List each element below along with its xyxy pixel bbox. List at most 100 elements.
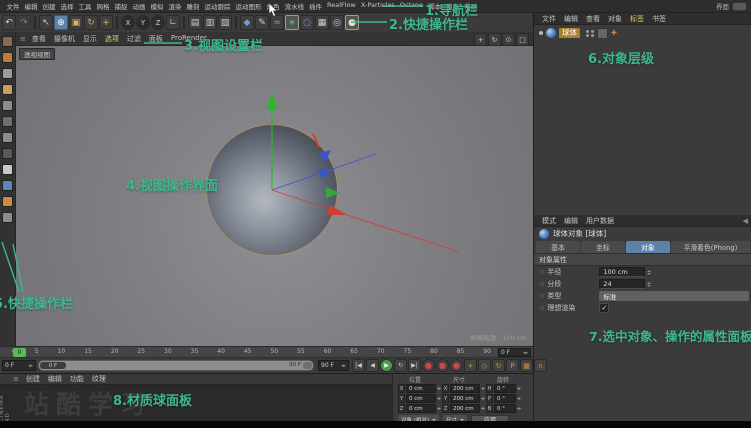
stepper-icon[interactable] [437,404,441,413]
size-x-field[interactable]: 200 cm [450,384,480,393]
menu-item[interactable]: 帮助 [462,1,480,11]
play-button[interactable]: ▶ [380,359,393,372]
key-rotation-toggle[interactable]: ↻ [492,359,505,372]
stepper-icon[interactable] [646,268,653,277]
position-z-field[interactable]: 0 cm [406,404,436,413]
palette-icon[interactable] [2,196,13,207]
palette-icon[interactable] [2,36,13,47]
size-z-field[interactable]: 200 cm [450,404,480,413]
object-name[interactable]: 球体 [559,28,580,38]
size-y-field[interactable]: 200 cm [450,394,480,403]
timeline-ruler[interactable]: 051015202530354045505560657075808590 0 0… [0,346,533,358]
stepper-icon[interactable] [646,280,653,289]
render-view-icon[interactable]: ▤ [188,15,202,30]
position-y-field[interactable]: 0 cm [406,394,436,403]
render-to-picture-viewer-icon[interactable]: ▥ [203,15,217,30]
attribute-menu-item[interactable]: 用户数据 [582,216,618,226]
stepper-icon[interactable] [517,384,521,393]
menu-item[interactable]: 选择 [58,1,76,11]
autokey-button[interactable]: ● [436,359,449,372]
move-gizmo[interactable] [16,46,533,346]
object-properties-section[interactable]: 对象属性 [534,253,751,266]
menu-item[interactable]: 插件 [307,1,325,11]
menu-item[interactable]: 模拟 [148,1,166,11]
menu-item[interactable]: X-Particles [358,1,397,11]
y-axis-lock-button[interactable]: Y [136,15,150,30]
toolbar-icon[interactable] [235,16,237,29]
viewport-menu-item[interactable]: 摄像机 [50,34,79,44]
menu-item[interactable]: 角色 [264,1,282,11]
palette-icon[interactable] [2,180,13,191]
rotation-h-field[interactable]: 0 ° [494,384,516,393]
material-manager[interactable]: ≡ 创建编辑功能纹理 CINEMA 4D 站酷学习 [0,373,392,422]
stepper-icon[interactable]: ◂▸ [28,363,33,369]
menu-item[interactable]: 雕刻 [184,1,202,11]
range-end-field[interactable]: 90 F ◂▸ [318,360,349,371]
keyframe-dot-icon[interactable]: ○ [540,281,544,287]
camera-orbit-button[interactable]: ↻ [488,33,501,46]
range-handle[interactable] [303,362,312,369]
light-object-icon[interactable]: ● [345,15,359,30]
range-bubble[interactable]: 0 F [40,362,66,369]
attribute-menu-item[interactable]: 模式 [538,216,560,226]
palette-icon[interactable] [2,164,13,175]
mograph-icon[interactable]: ∗ [285,15,299,30]
record-keyframe-button[interactable]: ● [422,359,435,372]
position-x-field[interactable]: 0 cm [406,384,436,393]
stepper-icon[interactable] [481,384,485,393]
panel-collapse-icon[interactable]: ◀ [743,217,748,225]
menu-item[interactable]: 运动跟踪 [202,1,233,11]
menu-item[interactable]: 动画 [130,1,148,11]
viewport-maximize-button[interactable]: □ [516,33,529,46]
palette-icon[interactable] [2,52,13,63]
live-selection-icon[interactable]: ↖ [39,15,53,30]
attribute-tab[interactable]: 对象 [626,241,670,253]
menu-item[interactable]: 创建 [40,1,58,11]
sky-object-icon[interactable]: ○ [300,15,314,30]
attribute-tab[interactable]: 坐标 [581,241,625,253]
object-manager-menu-item[interactable]: 文件 [538,14,560,24]
viewport-menu-item[interactable]: ProRender [167,34,211,44]
toolbar-icon[interactable] [183,16,185,29]
object-tag-icon[interactable] [597,28,608,39]
material-menu-item[interactable]: 纹理 [88,374,110,384]
palette-icon[interactable] [2,84,13,95]
radius-field[interactable]: 100 cm [599,267,645,277]
stepper-icon[interactable] [481,394,485,403]
material-menu-item[interactable]: 功能 [66,374,88,384]
viewport-menu-item[interactable]: 选项 [101,34,123,44]
menu-item[interactable]: 捕捉 [112,1,130,11]
coordinate-system-icon[interactable]: ∟ [166,15,180,30]
floor-object-icon[interactable]: ▦ [315,15,329,30]
visibility-dots-icon[interactable] [586,30,594,37]
jump-end-button[interactable]: ▶| [408,359,421,372]
rotation-b-field[interactable]: 0 ° [494,404,516,413]
undo-icon[interactable]: ↶ [2,15,16,30]
palette-icon[interactable] [2,132,13,143]
menu-item[interactable]: 运动图形 [233,1,264,11]
palette-icon[interactable] [2,68,13,79]
object-manager-menu-item[interactable]: 查看 [582,14,604,24]
object-row[interactable]: 球体 ✚ [534,27,751,39]
palette-icon[interactable] [2,212,13,223]
material-menu-item[interactable]: 编辑 [44,374,66,384]
object-manager-menu-item[interactable]: 书签 [648,14,670,24]
toolbar-icon[interactable] [116,16,118,29]
loop-button[interactable]: ↻ [394,359,407,372]
keyframe-dot-icon[interactable]: ○ [540,293,544,299]
menu-item[interactable]: 脚本 [426,1,444,11]
layout-selector[interactable]: 界面 [716,1,747,11]
keyframe-dot-icon[interactable]: ○ [540,305,544,311]
camera-zoom-button[interactable]: ⊙ [502,33,515,46]
type-dropdown[interactable]: 标准 [599,291,749,301]
stepper-icon[interactable]: ◂▸ [341,363,346,369]
attribute-tab[interactable]: 平滑着色(Phong) [671,241,750,253]
render-perfect-checkbox[interactable]: ✓ [599,303,609,313]
stepper-icon[interactable] [517,404,521,413]
palette-icon[interactable] [2,100,13,111]
key-pla-toggle[interactable]: ▦ [520,359,533,372]
menu-item[interactable]: RealFlow [325,1,359,11]
keyframe-dot-icon[interactable]: ○ [540,269,544,275]
stepper-icon[interactable]: ◂▸ [523,350,528,356]
menu-item[interactable]: Octane [397,1,425,11]
